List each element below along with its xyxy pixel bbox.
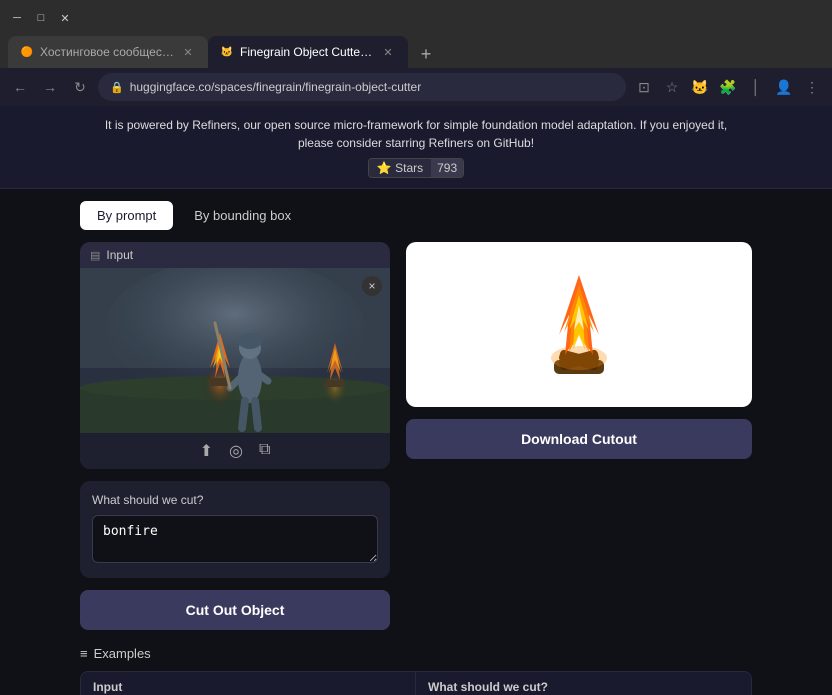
examples-table: Input What should we cut?	[80, 671, 752, 695]
input-label: Input	[106, 248, 133, 262]
preview-button[interactable]: ◎	[229, 441, 243, 461]
tab-2-close[interactable]: ✕	[380, 44, 396, 60]
extensions-icon[interactable]: 🧩	[716, 75, 740, 99]
maximize-button[interactable]: □	[32, 9, 50, 27]
tab-by-prompt[interactable]: By prompt	[80, 201, 173, 230]
divider: │	[744, 75, 768, 99]
tab-1-favicon: 🟠	[20, 45, 34, 59]
tabs-bar: 🟠 Хостинговое сообщество «Ti… ✕ 🐱 Finegr…	[0, 36, 832, 68]
clipboard-button[interactable]: ⧉	[259, 441, 270, 461]
prompt-input[interactable]	[92, 515, 378, 563]
app-area: By prompt By bounding box ▤ Input	[0, 189, 832, 695]
cut-out-button[interactable]: Cut Out Object	[80, 590, 390, 630]
minimize-button[interactable]: ─	[8, 9, 26, 27]
toolbar-icons: ⊡ ☆ 🐱 🧩 │ 👤 ⋮	[632, 75, 824, 99]
browser-chrome: ─ □ ✕ 🟠 Хостинговое сообщество «Ti… ✕ 🐱 …	[0, 0, 832, 106]
user-icon[interactable]: 👤	[772, 75, 796, 99]
tab-2-favicon: 🐱	[220, 45, 234, 59]
stars-count: 793	[431, 159, 463, 177]
close-button[interactable]: ✕	[56, 9, 74, 27]
address-bar: ← → ↻ 🔒 huggingface.co/spaces/finegrain/…	[0, 68, 832, 106]
profile-icon[interactable]: 🐱	[688, 75, 712, 99]
stars-label: ⭐ Stars	[369, 159, 431, 177]
tab-1-title: Хостинговое сообщество «Ti…	[40, 45, 174, 59]
reload-button[interactable]: ↻	[68, 75, 92, 99]
bookmark-icon[interactable]: ☆	[660, 75, 684, 99]
prompt-area: What should we cut?	[80, 481, 390, 578]
tab-1-close[interactable]: ✕	[180, 44, 196, 60]
title-bar: ─ □ ✕	[0, 0, 832, 36]
info-banner: It is powered by Refiners, our open sour…	[0, 106, 832, 189]
input-label-bar: ▤ Input	[80, 242, 390, 268]
output-panel: ▶	[406, 242, 752, 407]
url-text: huggingface.co/spaces/finegrain/finegrai…	[130, 80, 422, 94]
image-input-panel: ▤ Input	[80, 242, 390, 469]
tab-1[interactable]: 🟠 Хостинговое сообщество «Ti… ✕	[8, 36, 208, 68]
examples-label: Examples	[94, 646, 151, 661]
tab-by-bounding-box[interactable]: By bounding box	[177, 201, 308, 230]
examples-col-input: Input	[81, 672, 416, 695]
back-button[interactable]: ←	[8, 75, 32, 99]
tab-2[interactable]: 🐱 Finegrain Object Cutter - a Hug… ✕	[208, 36, 408, 68]
screenshot-icon[interactable]: ⊡	[632, 75, 656, 99]
examples-section: ≡ Examples Input What should we cut?	[80, 646, 752, 695]
app-tab-group: By prompt By bounding box	[80, 201, 752, 230]
upload-button[interactable]: ⬆	[200, 441, 213, 461]
image-close-button[interactable]: ×	[362, 276, 382, 296]
menu-icon[interactable]: ⋮	[800, 75, 824, 99]
prompt-label: What should we cut?	[92, 493, 378, 507]
right-column: ▶	[406, 242, 752, 459]
scene-image[interactable]: ×	[80, 268, 390, 433]
forward-button[interactable]: →	[38, 75, 62, 99]
download-cutout-button[interactable]: Download Cutout	[406, 419, 752, 459]
info-banner-text: It is powered by Refiners, our open sour…	[16, 116, 816, 152]
input-icon: ▤	[90, 249, 100, 262]
left-column: ▤ Input	[80, 242, 390, 630]
two-col-layout: ▤ Input	[80, 242, 752, 630]
examples-col-prompt: What should we cut?	[416, 672, 751, 695]
page-content: It is powered by Refiners, our open sour…	[0, 106, 832, 695]
lock-icon: 🔒	[110, 81, 124, 94]
github-stars-badge[interactable]: ⭐ Stars 793	[368, 158, 464, 178]
image-toolbar: ⬆ ◎ ⧉	[80, 433, 390, 469]
url-bar[interactable]: 🔒 huggingface.co/spaces/finegrain/finegr…	[98, 73, 626, 101]
examples-header: ≡ Examples	[80, 646, 752, 661]
cutout-preview	[529, 260, 629, 390]
new-tab-button[interactable]: +	[412, 40, 440, 68]
examples-table-header: Input What should we cut?	[81, 672, 751, 695]
window-controls: ─ □ ✕	[8, 9, 74, 27]
examples-menu-icon: ≡	[80, 646, 88, 661]
tab-2-title: Finegrain Object Cutter - a Hug…	[240, 45, 374, 59]
